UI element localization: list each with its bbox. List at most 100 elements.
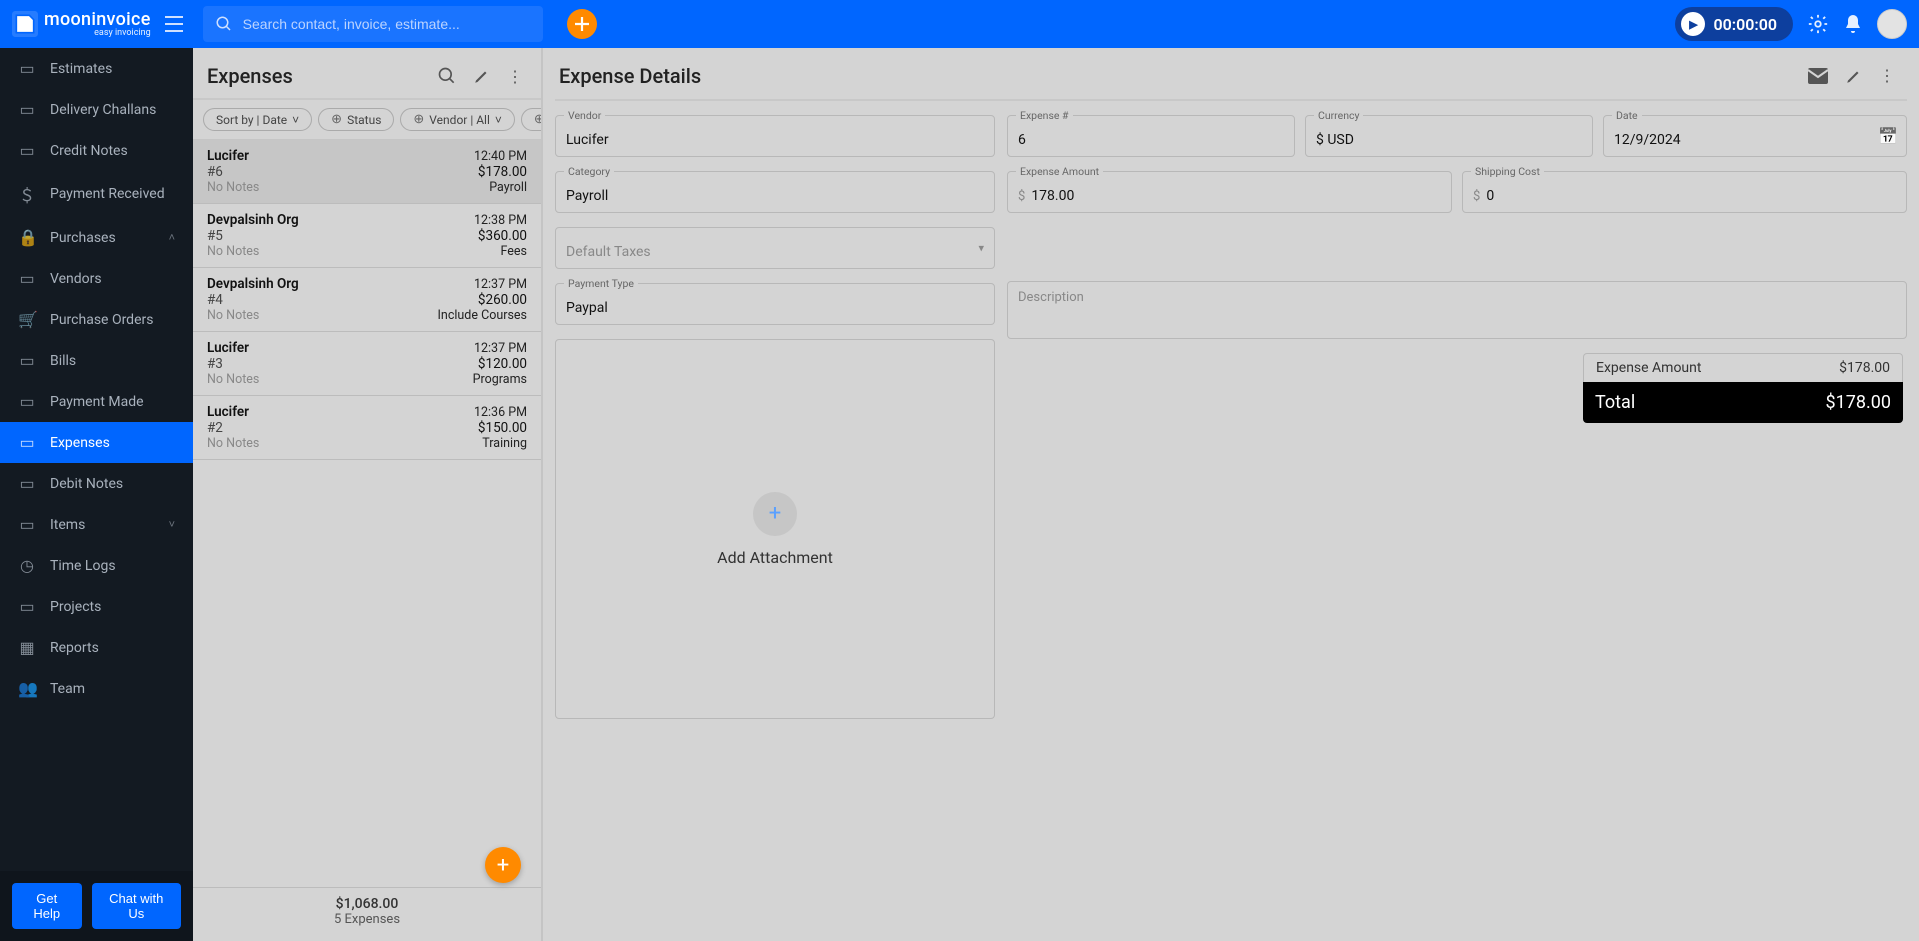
- logo-icon: [12, 11, 38, 37]
- sidebar-item-payment-made[interactable]: ▭ Payment Made: [0, 381, 193, 422]
- sidebar-item-expenses[interactable]: ▭ Expenses: [0, 422, 193, 463]
- dollar-icon: ＄: [18, 182, 36, 206]
- expense-list-item[interactable]: Lucifer12:40 PM #6$178.00 No NotesPayrol…: [193, 140, 541, 204]
- sidebar-item-reports[interactable]: ▦Reports: [0, 627, 193, 668]
- total-amount: $1,068.00: [193, 896, 541, 912]
- sidebar-item-label: Credit Notes: [50, 143, 128, 159]
- more-icon[interactable]: ⋮: [503, 63, 527, 90]
- note-icon: ▭: [18, 141, 36, 160]
- sidebar-item-label: Bills: [50, 353, 76, 369]
- vendor-field[interactable]: VendorLucifer: [555, 115, 995, 157]
- chevron-down-icon: ˅: [169, 518, 175, 531]
- currency-field[interactable]: Currency$ USD: [1305, 115, 1593, 157]
- sidebar-item-purchases[interactable]: 🔒 Purchases ˄: [0, 217, 193, 258]
- sidebar-item-team[interactable]: 👥 Team: [0, 668, 193, 709]
- sidebar-item-label: Team: [50, 681, 85, 697]
- settings-icon[interactable]: [1807, 13, 1829, 35]
- topbar: mooninvoice easy invoicing ▶ 00:00:00: [0, 0, 1919, 48]
- chevron-down-icon: ˅: [292, 113, 299, 127]
- store-icon: ▭: [18, 269, 36, 288]
- search-icon[interactable]: [433, 62, 461, 90]
- expense-list-item[interactable]: Devpalsinh Org12:38 PM #5$360.00 No Note…: [193, 204, 541, 268]
- edit-icon[interactable]: [469, 63, 495, 89]
- sidebar-item-items[interactable]: ▭ Items ˅: [0, 504, 193, 545]
- chat-with-us-button[interactable]: Chat with Us: [92, 883, 181, 929]
- sidebar-item-label: Vendors: [50, 271, 102, 287]
- expense-list: Lucifer12:40 PM #6$178.00 No NotesPayrol…: [193, 140, 541, 887]
- sidebar-item-time-logs[interactable]: ◷Time Logs: [0, 545, 193, 586]
- card-icon: ▭: [18, 392, 36, 411]
- new-button[interactable]: [567, 9, 597, 39]
- truck-icon: ▭: [18, 100, 36, 119]
- avatar[interactable]: [1877, 9, 1907, 39]
- attachment-label: Add Attachment: [717, 548, 833, 567]
- category-field[interactable]: CategoryPayroll: [555, 171, 995, 213]
- get-help-button[interactable]: Get Help: [12, 883, 82, 929]
- sidebar-item-vendors[interactable]: ▭ Vendors: [0, 258, 193, 299]
- taxes-select[interactable]: Default Taxes: [555, 227, 995, 269]
- chevron-up-icon: ˄: [169, 231, 175, 244]
- note-icon: ▭: [18, 474, 36, 493]
- timer-value: 00:00:00: [1713, 15, 1777, 34]
- vendor-chip[interactable]: ⊕Vendor | All˅: [400, 108, 515, 131]
- sidebar-item-label: Purchase Orders: [50, 312, 153, 328]
- expense-amount-field[interactable]: Expense Amount$178.00: [1007, 171, 1452, 213]
- expense-list-item[interactable]: Devpalsinh Org12:37 PM #4$260.00 No Note…: [193, 268, 541, 332]
- plus-circle-icon: ⊕: [413, 112, 424, 127]
- shipping-cost-field[interactable]: Shipping Cost$0: [1462, 171, 1907, 213]
- description-field[interactable]: Description: [1007, 281, 1907, 339]
- lock-icon: 🔒: [18, 228, 36, 247]
- sidebar-item-label: Estimates: [50, 61, 112, 77]
- sidebar-item-label: Payment Made: [50, 394, 144, 410]
- menu-toggle-icon[interactable]: [161, 12, 189, 36]
- sidebar-item-credit-notes[interactable]: ▭ Credit Notes: [0, 130, 193, 171]
- add-expense-fab[interactable]: +: [485, 847, 521, 883]
- status-chip[interactable]: ⊕Status: [318, 108, 394, 131]
- search-input[interactable]: [243, 16, 531, 32]
- cart-icon: 🛒: [18, 310, 36, 329]
- filter-chip[interactable]: ⊕D: [521, 108, 541, 131]
- expense-detail-panel: Expense Details ⋮ VendorLucifer Category…: [543, 48, 1919, 941]
- chart-icon: ▦: [18, 638, 36, 657]
- bell-icon[interactable]: [1843, 13, 1863, 35]
- mail-icon[interactable]: [1799, 63, 1837, 89]
- people-icon: 👥: [18, 679, 36, 698]
- date-field[interactable]: Date12/9/2024: [1603, 115, 1907, 157]
- expense-list-panel: Expenses ⋮ Sort by | Date˅ ⊕Status ⊕Vend…: [193, 48, 543, 941]
- search-bar[interactable]: [203, 6, 543, 42]
- plus-circle-icon: ⊕: [534, 112, 541, 127]
- logo[interactable]: mooninvoice easy invoicing: [12, 11, 151, 38]
- total-count: 5 Expenses: [193, 912, 541, 927]
- sidebar-item-label: Items: [50, 517, 85, 533]
- expense-list-item[interactable]: Lucifer12:36 PM #2$150.00 No NotesTraini…: [193, 396, 541, 460]
- sidebar-item-estimates[interactable]: ▭ Estimates: [0, 48, 193, 89]
- play-icon: ▶: [1681, 12, 1705, 36]
- payment-type-field[interactable]: Payment TypePaypal: [555, 283, 995, 325]
- brand-tagline: easy invoicing: [94, 29, 151, 38]
- add-attachment-icon[interactable]: +: [753, 492, 797, 536]
- expense-list-item[interactable]: Lucifer12:37 PM #3$120.00 No NotesProgra…: [193, 332, 541, 396]
- folder-icon: ▭: [18, 433, 36, 452]
- sidebar-item-label: Purchases: [50, 230, 116, 246]
- search-icon: [215, 15, 233, 33]
- document-icon: ▭: [18, 59, 36, 78]
- sort-chip[interactable]: Sort by | Date˅: [203, 108, 312, 131]
- sidebar-item-purchase-orders[interactable]: 🛒 Purchase Orders: [0, 299, 193, 340]
- box-icon: ▭: [18, 515, 36, 534]
- sidebar-item-label: Expenses: [50, 435, 110, 451]
- sidebar-item-debit-notes[interactable]: ▭Debit Notes: [0, 463, 193, 504]
- sidebar-item-label: Projects: [50, 599, 101, 615]
- list-title: Expenses: [207, 64, 293, 88]
- sidebar-item-label: Time Logs: [50, 558, 116, 574]
- timer[interactable]: ▶ 00:00:00: [1675, 7, 1793, 41]
- sidebar-item-payment-received[interactable]: ＄Payment Received: [0, 171, 193, 217]
- sidebar-item-bills[interactable]: ▭ Bills: [0, 340, 193, 381]
- expense-number-field[interactable]: Expense #6: [1007, 115, 1295, 157]
- more-icon[interactable]: ⋮: [1871, 62, 1903, 89]
- edit-icon[interactable]: [1837, 63, 1871, 89]
- sidebar-item-projects[interactable]: ▭Projects: [0, 586, 193, 627]
- sidebar-item-delivery-challans[interactable]: ▭Delivery Challans: [0, 89, 193, 130]
- brand-name: mooninvoice: [44, 11, 151, 29]
- attachment-dropzone[interactable]: + Add Attachment: [555, 339, 995, 719]
- bill-icon: ▭: [18, 351, 36, 370]
